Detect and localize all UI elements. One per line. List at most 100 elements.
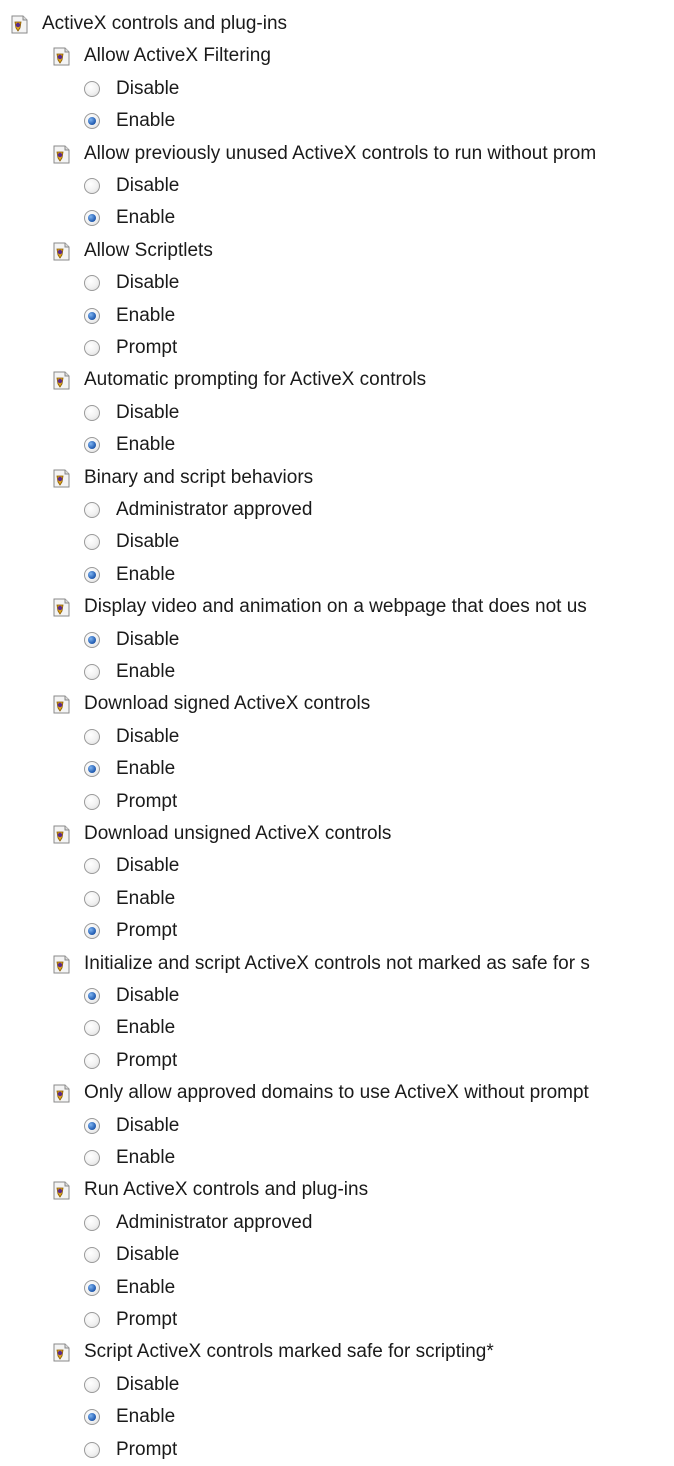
radio-button-selected-icon[interactable]: [84, 437, 100, 453]
option-label: Prompt: [116, 337, 178, 358]
settings-page-icon: [50, 693, 72, 715]
radio-button-selected-icon[interactable]: [84, 1409, 100, 1425]
radio-button-icon[interactable]: [84, 81, 100, 97]
setting-option[interactable]: Enable: [84, 300, 175, 332]
option-label: Administrator approved: [116, 499, 313, 520]
radio-button-icon[interactable]: [84, 1247, 100, 1263]
settings-page-icon: [50, 953, 72, 975]
setting-option[interactable]: Disable: [84, 850, 179, 882]
setting-option[interactable]: Disable: [84, 624, 179, 656]
radio-button-icon[interactable]: [84, 178, 100, 194]
radio-button-selected-icon[interactable]: [84, 1118, 100, 1134]
radio-button-selected-icon[interactable]: [84, 1280, 100, 1296]
radio-button-icon[interactable]: [84, 1442, 100, 1458]
settings-page-icon: [50, 1179, 72, 1201]
setting-option[interactable]: Prompt: [84, 1434, 177, 1466]
option-label: Enable: [116, 207, 176, 228]
setting-option[interactable]: Disable: [84, 1239, 179, 1271]
radio-button-icon[interactable]: [84, 794, 100, 810]
radio-button-icon[interactable]: [84, 1150, 100, 1166]
radio-button-icon[interactable]: [84, 1377, 100, 1393]
setting-option[interactable]: Administrator approved: [84, 1207, 312, 1239]
settings-page-icon: [50, 1082, 72, 1104]
option-label: Prompt: [116, 920, 178, 941]
setting-item[interactable]: Download unsigned ActiveX controls: [50, 818, 674, 850]
setting-item[interactable]: Binary and script behaviors: [50, 462, 674, 494]
setting-option[interactable]: Enable: [84, 429, 175, 461]
setting-item[interactable]: Only allow approved domains to use Activ…: [50, 1077, 674, 1109]
settings-page-icon: [50, 823, 72, 845]
radio-button-icon[interactable]: [84, 1215, 100, 1231]
setting-option[interactable]: Enable: [84, 883, 175, 915]
radio-button-icon[interactable]: [84, 405, 100, 421]
radio-button-selected-icon[interactable]: [84, 761, 100, 777]
setting-option[interactable]: Enable: [84, 1012, 175, 1044]
setting-option[interactable]: Administrator approved: [84, 494, 312, 526]
setting-item[interactable]: Allow Scriptlets: [50, 235, 674, 267]
option-label: Enable: [116, 888, 176, 909]
setting-label: Automatic prompting for ActiveX controls: [84, 369, 427, 390]
setting-item[interactable]: Allow ActiveX Filtering: [50, 40, 674, 72]
setting-option[interactable]: Disable: [84, 73, 179, 105]
setting-label: Run ActiveX controls and plug-ins: [84, 1179, 369, 1200]
setting-option[interactable]: Disable: [84, 980, 179, 1012]
root-category: ActiveX controls and plug-ins: [8, 8, 287, 40]
radio-button-icon[interactable]: [84, 664, 100, 680]
radio-button-icon[interactable]: [84, 534, 100, 550]
setting-item[interactable]: Initialize and script ActiveX controls n…: [50, 948, 674, 980]
setting-option[interactable]: Disable: [84, 397, 179, 429]
setting-option[interactable]: Prompt: [84, 915, 177, 947]
setting-item[interactable]: Automatic prompting for ActiveX controls: [50, 364, 674, 396]
setting-item[interactable]: Allow previously unused ActiveX controls…: [50, 138, 674, 170]
setting-option[interactable]: Disable: [84, 721, 179, 753]
radio-button-icon[interactable]: [84, 340, 100, 356]
settings-page-icon: [50, 143, 72, 165]
setting-item[interactable]: Display video and animation on a webpage…: [50, 591, 674, 623]
radio-button-selected-icon[interactable]: [84, 988, 100, 1004]
radio-button-selected-icon[interactable]: [84, 567, 100, 583]
radio-button-icon[interactable]: [84, 729, 100, 745]
radio-button-icon[interactable]: [84, 1020, 100, 1036]
settings-page-icon: [50, 596, 72, 618]
option-label: Disable: [116, 985, 180, 1006]
setting-option[interactable]: Enable: [84, 656, 175, 688]
setting-option[interactable]: Enable: [84, 753, 175, 785]
settings-page-icon: [50, 1341, 72, 1363]
setting-item[interactable]: Download signed ActiveX controls: [50, 688, 674, 720]
setting-option[interactable]: Disable: [84, 1110, 179, 1142]
radio-button-selected-icon[interactable]: [84, 308, 100, 324]
option-label: Disable: [116, 175, 180, 196]
option-label: Administrator approved: [116, 1212, 313, 1233]
radio-button-icon[interactable]: [84, 891, 100, 907]
radio-button-icon[interactable]: [84, 502, 100, 518]
radio-button-selected-icon[interactable]: [84, 632, 100, 648]
settings-page-icon: [50, 467, 72, 489]
option-label: Enable: [116, 434, 176, 455]
setting-option[interactable]: Disable: [84, 170, 179, 202]
setting-option[interactable]: Prompt: [84, 1304, 177, 1336]
radio-button-icon[interactable]: [84, 1053, 100, 1069]
setting-option[interactable]: Enable: [84, 105, 175, 137]
option-label: Disable: [116, 1244, 180, 1265]
setting-item[interactable]: Script ActiveX controls marked safe for …: [50, 1336, 674, 1368]
setting-option[interactable]: Prompt: [84, 332, 177, 364]
setting-option[interactable]: Disable: [84, 1369, 179, 1401]
setting-option[interactable]: Enable: [84, 1272, 175, 1304]
radio-button-selected-icon[interactable]: [84, 113, 100, 129]
radio-button-icon[interactable]: [84, 275, 100, 291]
radio-button-selected-icon[interactable]: [84, 210, 100, 226]
setting-option[interactable]: Prompt: [84, 786, 177, 818]
radio-button-icon[interactable]: [84, 1312, 100, 1328]
setting-item[interactable]: Run ActiveX controls and plug-ins: [50, 1174, 674, 1206]
setting-option[interactable]: Disable: [84, 267, 179, 299]
setting-option[interactable]: Enable: [84, 559, 175, 591]
radio-button-selected-icon[interactable]: [84, 923, 100, 939]
setting-option[interactable]: Prompt: [84, 1045, 177, 1077]
setting-option[interactable]: Disable: [84, 526, 179, 558]
setting-option[interactable]: Enable: [84, 1142, 175, 1174]
option-label: Enable: [116, 1147, 176, 1168]
radio-button-icon[interactable]: [84, 858, 100, 874]
option-label: Disable: [116, 855, 180, 876]
setting-option[interactable]: Enable: [84, 202, 175, 234]
setting-option[interactable]: Enable: [84, 1401, 175, 1433]
